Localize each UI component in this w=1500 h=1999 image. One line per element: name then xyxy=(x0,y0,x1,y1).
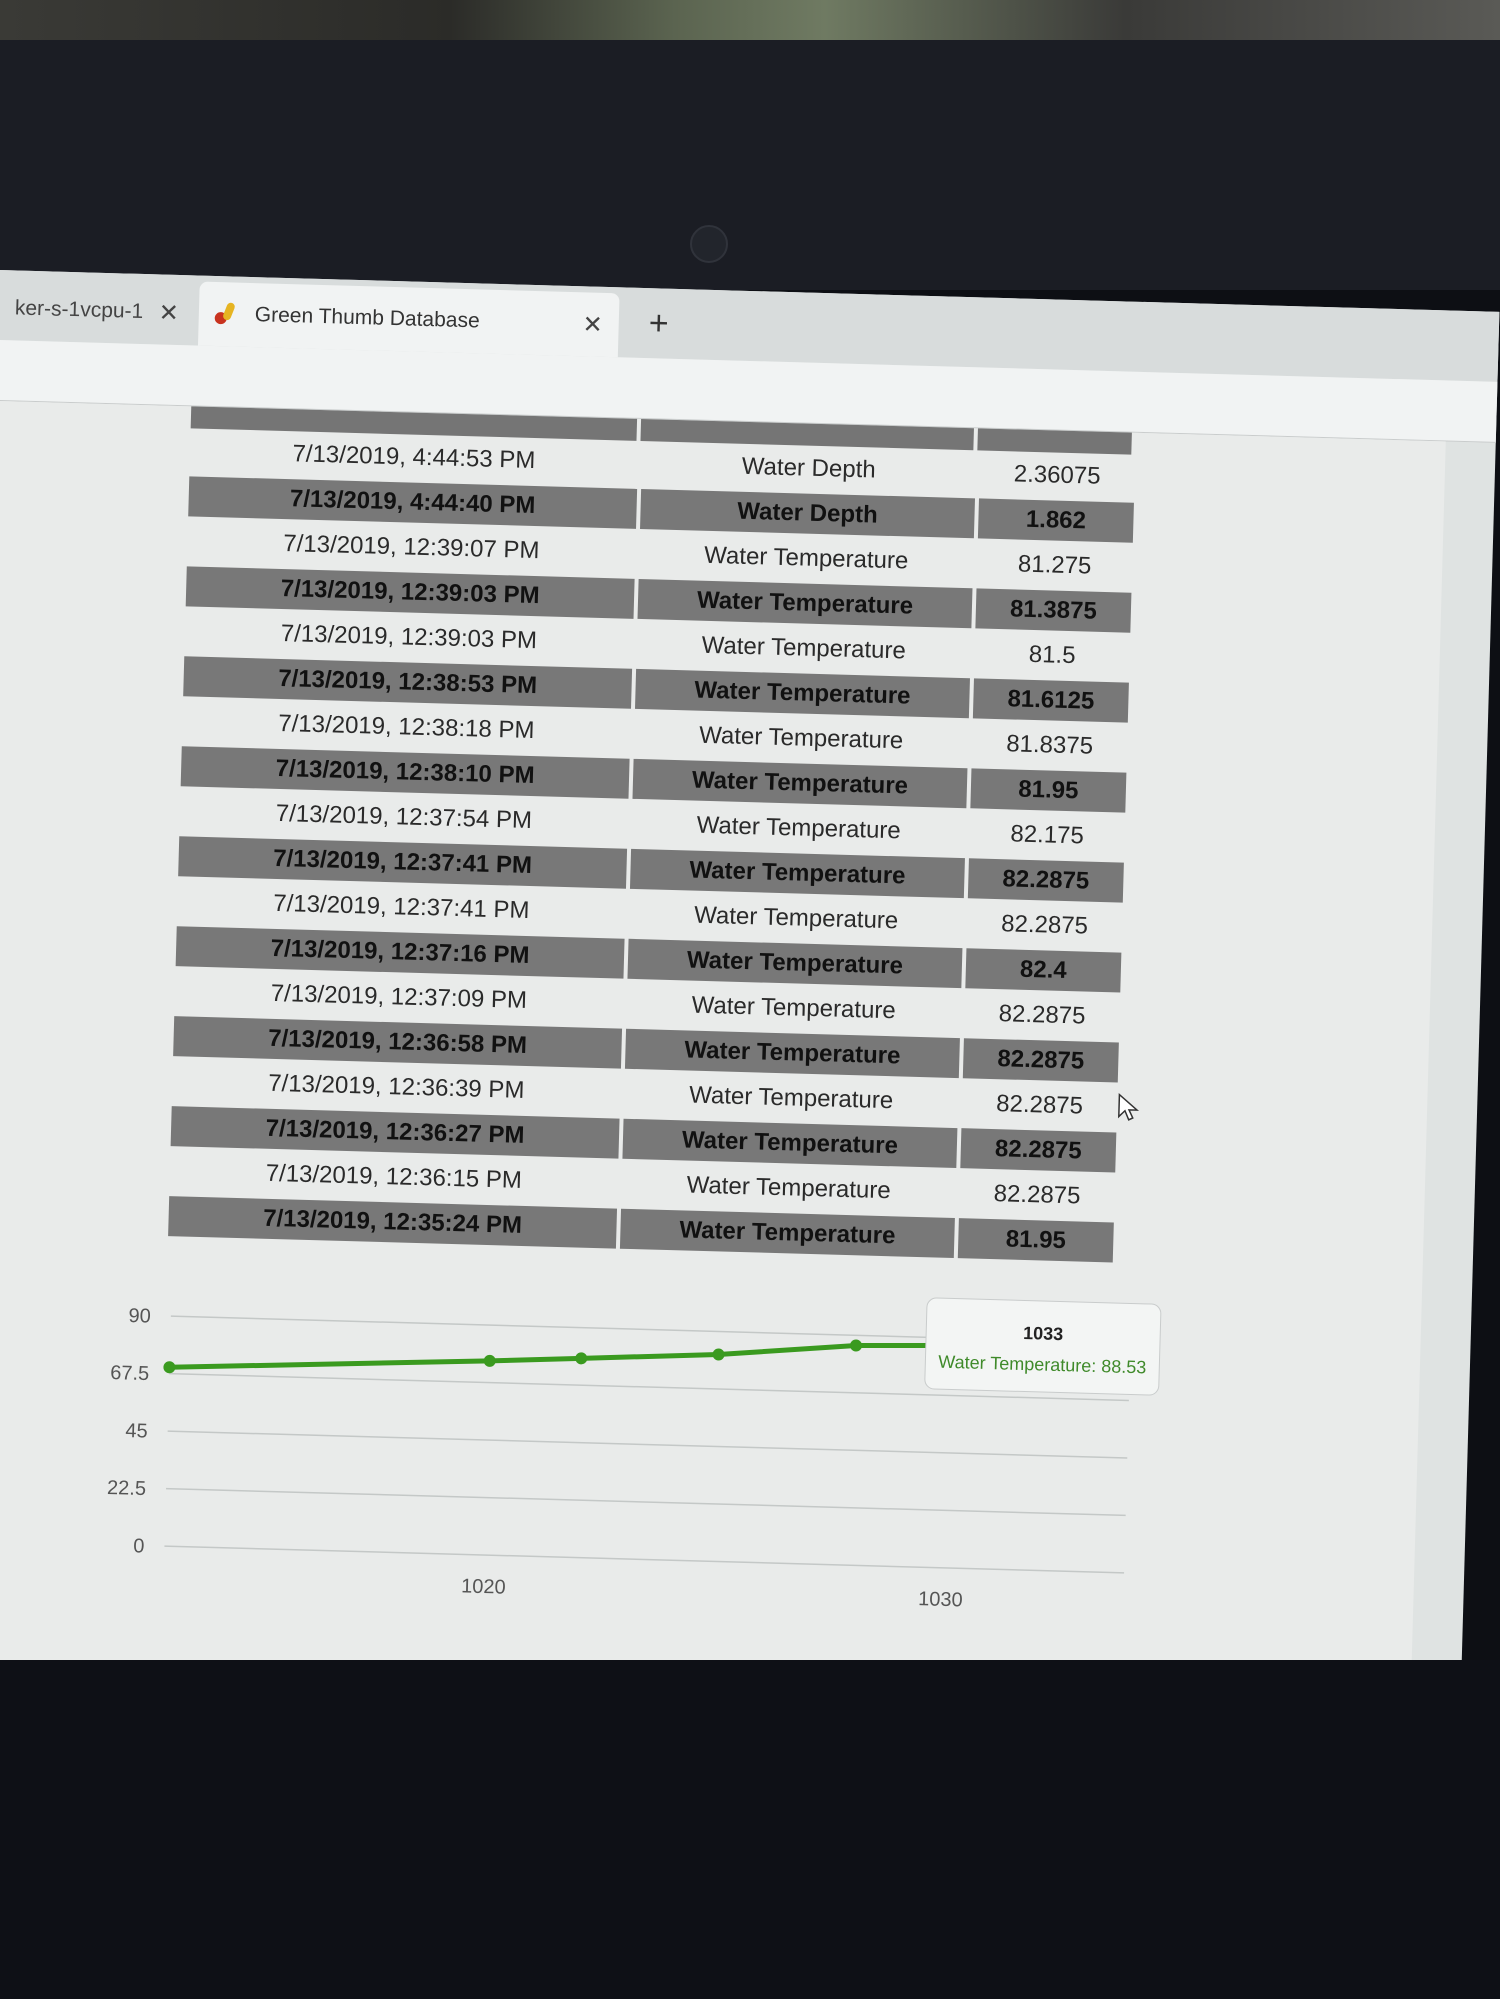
type-cell: Water Temperature xyxy=(629,848,965,898)
value-cell: 81.5 xyxy=(1028,640,1076,669)
y-tick-label: 0 xyxy=(133,1535,145,1557)
gridline xyxy=(164,1545,1125,1574)
value-cell: 1.862 xyxy=(977,497,1134,543)
type-cell: Water Temperature xyxy=(637,578,973,628)
value-cell: 81.95 xyxy=(970,767,1127,813)
chart-tooltip: 1033 Water Temperature: 88.53 xyxy=(924,1297,1162,1396)
type-cell: Water Temperature xyxy=(632,758,968,808)
value-cell: 81.275 xyxy=(1017,550,1092,580)
y-tick-label: 90 xyxy=(128,1305,151,1328)
tab-green-thumb-database[interactable]: Green Thumb Database ✕ xyxy=(197,281,620,358)
plant-favicon-icon xyxy=(214,301,236,327)
page-content: 7/13/2019, 4:44:53 PM Water Depth 2.36075 7… xyxy=(0,400,1446,1850)
webcam-icon xyxy=(690,225,728,263)
type-cell: Water Temperature xyxy=(698,721,904,754)
data-point xyxy=(575,1352,588,1365)
readings-table: 7/13/2019, 4:44:53 PM Water Depth 2.36075 7… xyxy=(168,406,1136,1264)
value-cell: 82.4 xyxy=(965,947,1122,993)
value-cell: 82.2875 xyxy=(960,1127,1117,1172)
close-icon[interactable]: ✕ xyxy=(582,310,603,340)
tab-title: Green Thumb Database xyxy=(254,303,481,333)
y-tick-label: 45 xyxy=(125,1420,148,1443)
y-tick-label: 67.5 xyxy=(110,1362,150,1385)
type-cell: Water Temperature xyxy=(624,1028,960,1078)
type-cell: Water Temperature xyxy=(693,901,899,934)
value-cell: 82.2875 xyxy=(967,857,1124,903)
data-point xyxy=(483,1354,496,1367)
type-cell: Water Temperature xyxy=(696,811,902,844)
monitor-bezel-top xyxy=(0,40,1500,290)
type-cell: Water Temperature xyxy=(701,631,907,664)
type-cell: Water Temperature xyxy=(688,1081,894,1114)
monitor-screen: ker-s-1vcpu-1 ✕ Green Thumb Database ✕ +… xyxy=(0,270,1500,1852)
value-cell: 81.3875 xyxy=(975,587,1132,633)
value-cell: 81.6125 xyxy=(972,677,1129,723)
data-point xyxy=(712,1348,725,1361)
new-tab-button[interactable]: + xyxy=(648,304,669,343)
mouse-pointer-icon xyxy=(1117,1092,1140,1121)
y-tick-label: 22.5 xyxy=(107,1477,147,1500)
gridline xyxy=(167,1430,1128,1459)
type-cell: Water Temperature xyxy=(703,541,909,574)
type-cell: Water Depth xyxy=(741,452,877,484)
tab-title: ker-s-1vcpu-1 xyxy=(14,296,144,324)
type-cell: Water Temperature xyxy=(686,1171,892,1204)
type-cell: Water Temperature xyxy=(635,668,970,718)
value-cell: 82.2875 xyxy=(995,1089,1084,1120)
monitor-bezel-bottom xyxy=(0,1660,1500,1999)
type-cell: Water Temperature xyxy=(622,1118,958,1168)
x-tick-label: 1030 xyxy=(918,1588,963,1611)
value-cell: 82.2875 xyxy=(962,1037,1119,1083)
type-cell: Water Temperature xyxy=(627,938,963,988)
type-cell: Water Temperature xyxy=(619,1208,955,1258)
value-cell: 82.2875 xyxy=(998,999,1086,1030)
value-cell: 82.2875 xyxy=(1000,909,1089,940)
tooltip-value: Water Temperature: 88.53 xyxy=(938,1351,1147,1378)
value-cell: 82.175 xyxy=(1010,819,1085,849)
value-cell: 2.36075 xyxy=(1013,459,1101,490)
value-cell: 82.2875 xyxy=(993,1179,1081,1210)
timestamp-cell: 7/13/2019, 12:35:24 PM xyxy=(168,1195,618,1249)
temperature-chart[interactable]: 0 22.5 45 67.5 90 1020 1030 1033 Water Tempera… xyxy=(92,1244,1202,1655)
tab-server[interactable]: ker-s-1vcpu-1 ✕ xyxy=(0,276,190,345)
gridline xyxy=(166,1487,1126,1517)
type-cell: Water Depth xyxy=(640,488,976,538)
data-point xyxy=(163,1361,176,1374)
value-cell: 81.8375 xyxy=(1005,729,1094,760)
close-icon[interactable]: ✕ xyxy=(158,298,179,328)
tooltip-x-label: 1033 xyxy=(1022,1322,1064,1345)
value-cell: 81.95 xyxy=(957,1217,1114,1262)
x-tick-label: 1020 xyxy=(461,1575,506,1598)
type-cell: Water Temperature xyxy=(691,991,897,1024)
data-point xyxy=(850,1339,863,1352)
